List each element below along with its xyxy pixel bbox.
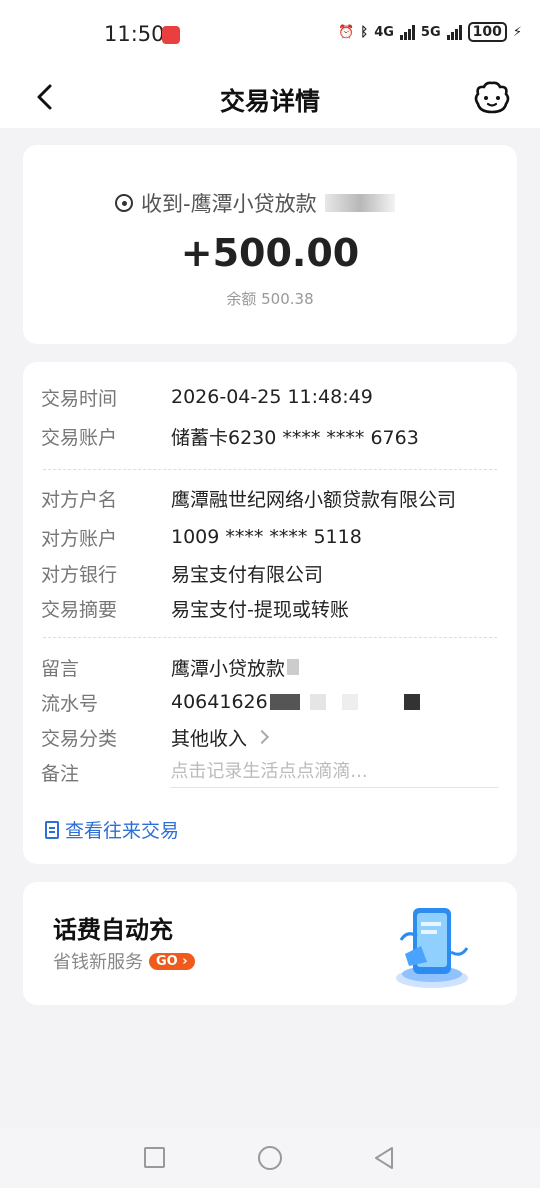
charging-icon: ⚡ <box>512 24 522 40</box>
status-bar: 11:50 ⏰ ᛒ 4G 5G 100 ⚡ <box>0 0 540 68</box>
balance-text: 余额 500.38 <box>226 290 314 308</box>
redacted-mark <box>403 694 420 710</box>
detail-value: 2026-04-25 11:48:49 <box>171 386 373 408</box>
redacted-mark <box>309 694 326 710</box>
chevron-right-icon <box>254 729 270 745</box>
signal-icon-2 <box>446 24 462 40</box>
detail-value: 鹰潭融世纪网络小额贷款有限公司 <box>171 488 457 511</box>
detail-row-counterparty-name: 对方户名 鹰潭融世纪网络小额贷款有限公司 <box>41 483 499 513</box>
detail-row-time: 交易时间 2026-04-25 11:48:49 <box>41 382 499 412</box>
system-back-icon[interactable] <box>372 1146 396 1170</box>
detail-row-serial: 流水号 40641626 <box>41 687 499 717</box>
battery-indicator: 100 <box>467 22 507 42</box>
detail-label: 交易摘要 <box>41 598 118 621</box>
detail-row-remark: 备注 点击记录生活点点滴滴... <box>41 757 499 788</box>
detail-row-message: 留言 鹰潭小贷放款 <box>41 652 499 682</box>
recent-apps-icon[interactable] <box>144 1147 165 1168</box>
detail-value: 易宝支付-提现或转账 <box>171 598 349 621</box>
nav-bar: 交易详情 <box>0 68 540 128</box>
detail-label: 备注 <box>41 762 80 785</box>
system-navigation-bar <box>0 1128 540 1188</box>
transaction-amount: +500.00 <box>180 231 360 275</box>
bluetooth-icon: ᛒ <box>360 24 369 40</box>
detail-label: 交易分类 <box>41 727 118 750</box>
redacted-mark <box>287 659 300 675</box>
promo-subtitle-row: 省钱新服务 GO › <box>53 948 195 974</box>
network-label-1: 4G <box>374 24 394 40</box>
detail-label: 流水号 <box>41 692 99 715</box>
remark-input[interactable]: 点击记录生活点点滴滴... <box>170 757 499 788</box>
detail-value: 1009 **** **** 5118 <box>171 526 362 548</box>
redacted-mark <box>269 694 300 710</box>
app-notification-icon <box>162 26 180 44</box>
promo-card[interactable]: 话费自动充 省钱新服务 GO › <box>23 882 517 1005</box>
home-icon[interactable] <box>258 1146 282 1170</box>
detail-value: 鹰潭小贷放款 <box>171 657 286 680</box>
page-title: 交易详情 <box>219 87 320 116</box>
divider <box>43 637 497 638</box>
detail-label: 对方户名 <box>41 488 118 511</box>
promo-subtitle: 省钱新服务 <box>53 952 143 973</box>
redacted-mark <box>341 694 358 710</box>
detail-value: 易宝支付有限公司 <box>171 563 324 586</box>
view-history-link[interactable]: 查看往来交易 <box>45 816 179 843</box>
signal-icon <box>399 24 415 40</box>
detail-label: 对方账户 <box>41 527 118 550</box>
detail-label: 对方银行 <box>41 563 118 586</box>
detail-row-counterparty-account: 对方账户 1009 **** **** 5118 <box>41 522 499 552</box>
detail-value: 40641626 <box>171 691 268 713</box>
transaction-summary-card: 收到-鹰潭小贷放款 +500.00 余额 500.38 <box>23 145 517 344</box>
document-icon <box>45 820 59 839</box>
transaction-type-icon <box>115 194 133 212</box>
divider <box>43 469 497 470</box>
category-value[interactable]: 其他收入 <box>171 724 247 751</box>
phone-recharge-illustration <box>396 908 469 988</box>
assistant-robot-icon[interactable] <box>472 80 512 116</box>
detail-label: 交易时间 <box>41 387 118 410</box>
transaction-detail-card: 交易时间 2026-04-25 11:48:49 交易账户 储蓄卡6230 **… <box>23 362 517 864</box>
detail-row-account: 交易账户 储蓄卡6230 **** **** 6763 <box>41 421 499 451</box>
go-button[interactable]: GO › <box>149 952 195 970</box>
view-history-label: 查看往来交易 <box>65 820 180 842</box>
promo-title: 话费自动充 <box>53 916 173 944</box>
detail-value: 储蓄卡6230 **** **** 6763 <box>171 426 419 449</box>
counterparty-text: 收到-鹰潭小贷放款 <box>141 192 317 216</box>
detail-label: 交易账户 <box>41 426 118 449</box>
redacted-mark <box>324 194 395 212</box>
network-label-2: 5G <box>420 24 441 40</box>
alarm-icon: ⏰ <box>338 24 355 40</box>
status-icons: ⏰ ᛒ 4G 5G 100 ⚡ <box>338 22 522 42</box>
detail-row-counterparty-bank: 对方银行 易宝支付有限公司 <box>41 558 499 588</box>
counterparty-summary: 收到-鹰潭小贷放款 <box>115 188 395 218</box>
detail-row-category[interactable]: 交易分类 其他收入 <box>41 722 499 752</box>
detail-row-summary: 交易摘要 易宝支付-提现或转账 <box>41 593 499 623</box>
status-time: 11:50 <box>104 22 165 46</box>
detail-label: 留言 <box>41 657 80 680</box>
